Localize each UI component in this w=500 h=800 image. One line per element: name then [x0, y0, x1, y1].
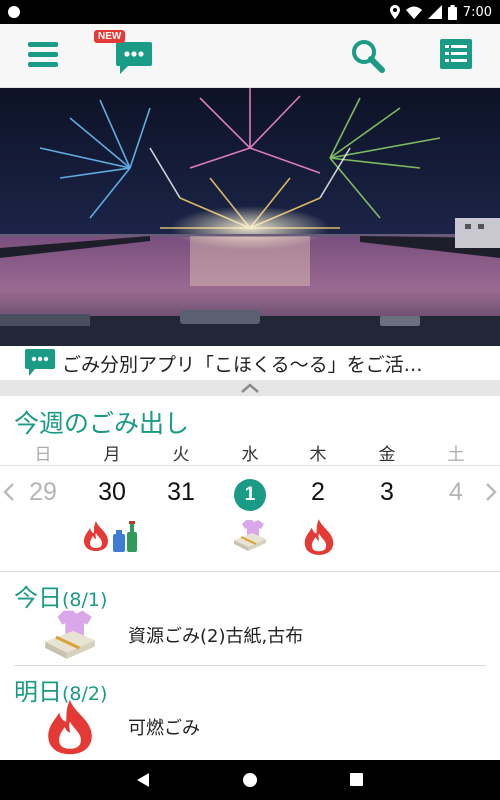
back-button[interactable] [136, 772, 150, 788]
divider [0, 465, 500, 466]
chevron-up-icon [241, 383, 259, 393]
status-bar: 7:00 [0, 0, 500, 24]
previous-week-button[interactable] [2, 482, 16, 502]
menu-icon-bar [28, 42, 58, 47]
signal-icon [427, 5, 442, 19]
search-icon [352, 40, 385, 73]
menu-icon-bar [28, 52, 58, 57]
status-time: 7:00 [462, 4, 492, 20]
fire-icon [84, 521, 108, 551]
fire-icon [48, 699, 92, 755]
date-cell[interactable]: 30 [87, 478, 137, 507]
navigation-bar [0, 760, 500, 800]
recent-apps-button[interactable] [350, 773, 363, 786]
list-icon [440, 39, 472, 69]
app-bar: NEW [0, 24, 500, 88]
tomorrow-garbage-type: 可燃ごみ [128, 718, 200, 739]
dow-tuesday: 火 [172, 445, 190, 465]
today-row[interactable]: 今日(8/1) 資源ごみ(2)古紙,古布 [0, 572, 500, 666]
week-calendar: 今週のごみ出し 日 月 火 水 木 金 土 29 30 31 1 2 3 4 [0, 396, 500, 572]
date-cell[interactable]: 31 [156, 478, 206, 507]
news-text: ごみ分別アプリ「こほくる〜る」をご活… [62, 353, 423, 376]
dow-saturday: 土 [447, 445, 465, 465]
battery-icon [447, 4, 457, 20]
collapse-toggle[interactable] [0, 380, 500, 396]
menu-icon-bar [28, 62, 58, 67]
notification-dot-icon [8, 6, 20, 18]
chat-bubble-icon [116, 42, 152, 74]
new-badge: NEW [94, 30, 126, 43]
today-date-cell[interactable]: 1 [234, 479, 266, 511]
date-cell[interactable]: 3 [362, 478, 412, 507]
date-cell[interactable]: 4 [431, 478, 481, 507]
news-ticker[interactable]: ごみ分別アプリ「こほくる〜る」をご活… [0, 346, 500, 380]
paper-cloth-icon [45, 610, 95, 659]
dow-wednesday: 水 [241, 445, 259, 465]
news-chat-button[interactable]: NEW [94, 30, 154, 76]
bottles-icon [113, 521, 137, 552]
paper-cloth-icon [234, 520, 266, 551]
chat-bubble-icon [25, 349, 55, 376]
list-button[interactable] [440, 39, 472, 71]
tomorrow-row[interactable]: 明日(8/2) 可燃ごみ [0, 666, 500, 760]
menu-button[interactable] [28, 42, 58, 70]
banner-image[interactable] [0, 88, 500, 346]
week-title: 今週のごみ出し [14, 409, 190, 438]
date-cell[interactable]: 29 [18, 478, 68, 507]
day-of-week-row: 日 月 火 水 木 金 土 [0, 440, 500, 465]
dow-sunday: 日 [34, 445, 52, 465]
date-cell[interactable]: 2 [293, 478, 343, 507]
dow-monday: 月 [103, 445, 121, 465]
search-button[interactable] [350, 38, 386, 74]
home-button[interactable] [243, 773, 257, 787]
fireworks-image [0, 88, 500, 346]
status-indicators: 7:00 [389, 2, 492, 22]
fire-icon [304, 519, 334, 555]
today-garbage-type: 資源ごみ(2)古紙,古布 [128, 626, 304, 647]
next-week-button[interactable] [484, 482, 498, 502]
dow-friday: 金 [378, 445, 396, 465]
wifi-icon [405, 6, 422, 19]
location-icon [389, 5, 400, 19]
dow-thursday: 木 [309, 445, 327, 465]
